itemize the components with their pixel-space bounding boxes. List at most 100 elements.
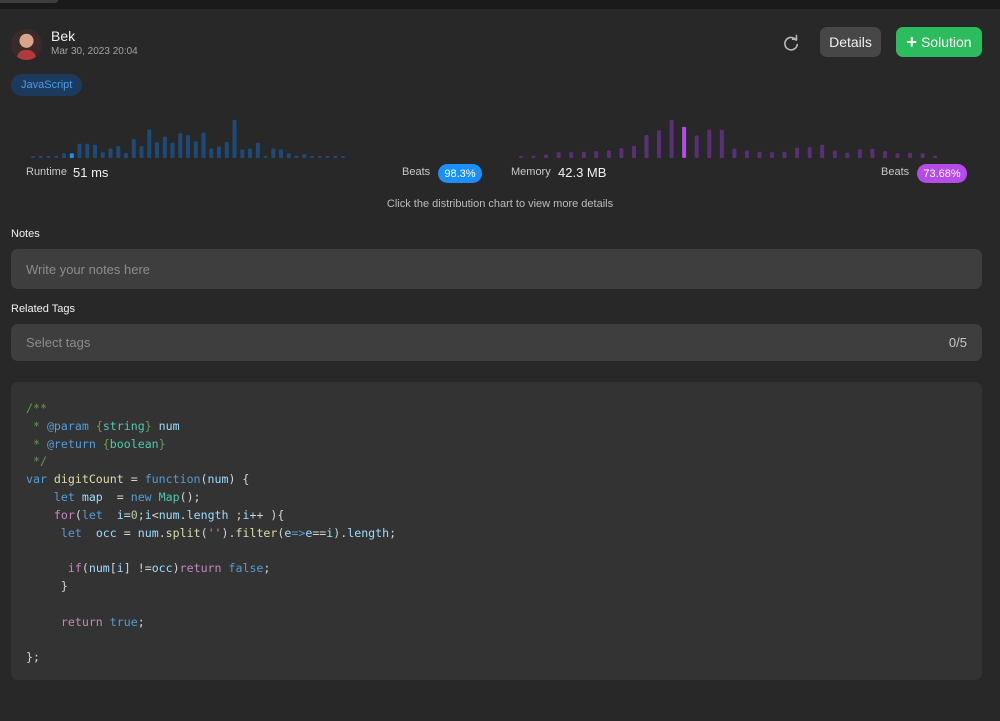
memory-bar[interactable]	[606, 150, 611, 159]
runtime-bar[interactable]	[286, 153, 291, 159]
runtime-bar[interactable]	[255, 142, 260, 158]
memory-bar[interactable]	[657, 130, 661, 158]
memory-bar[interactable]	[694, 135, 699, 159]
memory-bar[interactable]	[531, 155, 536, 158]
memory-bar[interactable]	[581, 151, 586, 158]
runtime-bar[interactable]	[232, 120, 237, 158]
code-token: num	[137, 525, 159, 540]
avatar[interactable]	[11, 29, 42, 60]
solution-button[interactable]: + Solution	[896, 27, 982, 57]
runtime-bar[interactable]	[100, 152, 105, 158]
runtime-bar[interactable]	[147, 129, 152, 159]
language-badge[interactable]: JavaScript	[11, 74, 83, 96]
memory-bar[interactable]	[707, 129, 712, 158]
runtime-bar[interactable]	[193, 141, 198, 158]
memory-bar[interactable]	[732, 148, 737, 158]
runtime-bar[interactable]	[325, 156, 330, 158]
code-token: ();	[179, 489, 201, 504]
runtime-bar[interactable]	[54, 156, 59, 158]
tags-select[interactable]: Select tags 0/5	[11, 324, 982, 361]
memory-bar[interactable]	[895, 153, 900, 158]
runtime-bar[interactable]	[279, 149, 283, 159]
memory-bar[interactable]	[807, 147, 812, 158]
runtime-bar[interactable]	[201, 132, 206, 158]
distribution-chart-svg[interactable]	[11, 108, 982, 160]
runtime-bar[interactable]	[186, 135, 190, 158]
memory-bar[interactable]	[744, 150, 749, 159]
memory-bar[interactable]	[619, 148, 624, 158]
runtime-bar[interactable]	[46, 156, 51, 158]
memory-bar[interactable]	[883, 151, 887, 158]
runtime-bar[interactable]	[38, 156, 43, 158]
runtime-bar[interactable]	[108, 148, 113, 159]
memory-bar[interactable]	[845, 152, 850, 158]
runtime-bar[interactable]	[139, 146, 144, 158]
runtime-bar[interactable]	[124, 153, 128, 159]
memory-bar[interactable]	[594, 151, 599, 158]
code-viewer[interactable]: /** * @param {string} num * @return {boo…	[11, 382, 982, 680]
runtime-bar[interactable]	[248, 148, 252, 159]
runtime-bar[interactable]	[62, 153, 66, 159]
memory-bar[interactable]	[870, 148, 875, 158]
memory-value: 42.3 MB	[558, 165, 607, 180]
memory-bar[interactable]	[782, 151, 787, 158]
code-token: .	[158, 525, 166, 540]
memory-bar[interactable]	[933, 155, 938, 158]
code-line: */	[26, 453, 982, 471]
runtime-bar[interactable]	[85, 143, 90, 159]
code-token: ==	[312, 525, 327, 540]
code-token: ''	[207, 525, 222, 540]
runtime-bar[interactable]	[93, 144, 97, 158]
code-token: ;	[263, 561, 271, 576]
memory-bar[interactable]	[757, 151, 762, 158]
memory-bar[interactable]	[682, 126, 687, 158]
memory-bar[interactable]	[832, 150, 837, 159]
runtime-bar[interactable]	[240, 149, 245, 159]
memory-bar[interactable]	[908, 152, 912, 158]
memory-bar[interactable]	[920, 153, 925, 158]
memory-bar[interactable]	[857, 149, 862, 158]
memory-bar[interactable]	[556, 152, 561, 158]
memory-bar[interactable]	[644, 135, 649, 158]
memory-bar[interactable]	[632, 145, 636, 158]
memory-bar[interactable]	[719, 129, 724, 158]
runtime-bar[interactable]	[31, 156, 35, 158]
details-button[interactable]: Details	[820, 27, 881, 57]
memory-label: Memory	[511, 166, 551, 178]
runtime-bar[interactable]	[310, 156, 314, 158]
memory-bar[interactable]	[820, 144, 825, 158]
runtime-bar[interactable]	[116, 146, 121, 158]
runtime-bar[interactable]	[178, 133, 183, 158]
runtime-bar[interactable]	[341, 156, 345, 158]
memory-bar[interactable]	[669, 120, 674, 158]
runtime-bar[interactable]	[263, 156, 268, 158]
runtime-bar[interactable]	[69, 153, 74, 159]
runtime-bar[interactable]	[170, 142, 175, 158]
runtime-bar[interactable]	[224, 141, 229, 158]
runtime-bar[interactable]	[209, 148, 214, 159]
runtime-bar[interactable]	[302, 154, 307, 158]
memory-bar[interactable]	[519, 156, 523, 158]
code-token: true	[109, 614, 138, 629]
memory-bar[interactable]	[795, 147, 800, 158]
memory-bar[interactable]	[770, 152, 774, 158]
runtime-bar[interactable]	[333, 156, 338, 158]
memory-bar[interactable]	[569, 152, 574, 158]
runtime-bar[interactable]	[294, 155, 299, 158]
memory-bar[interactable]	[544, 154, 549, 159]
notes-input[interactable]: Write your notes here	[11, 249, 982, 289]
runtime-bar[interactable]	[317, 156, 322, 158]
runtime-bar[interactable]	[77, 143, 82, 159]
runtime-bar[interactable]	[271, 148, 276, 159]
tab-indicator	[0, 0, 58, 3]
distribution-charts[interactable]: Runtime 51 ms Beats 98.3% Memory 42.3 MB…	[11, 108, 982, 188]
solution-button-label: Solution	[920, 34, 972, 50]
runtime-bar[interactable]	[217, 146, 221, 158]
runtime-bar[interactable]	[162, 136, 167, 158]
code-token: ).	[333, 525, 348, 540]
refresh-icon[interactable]	[780, 33, 802, 55]
runtime-bar[interactable]	[131, 139, 136, 158]
runtime-bar[interactable]	[155, 142, 159, 158]
username[interactable]: Bek	[51, 28, 75, 44]
